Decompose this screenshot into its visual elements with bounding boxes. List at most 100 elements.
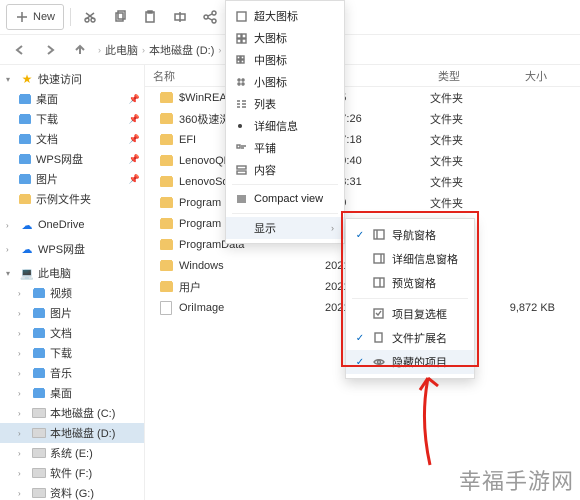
pane-icon <box>372 277 386 289</box>
folder-icon <box>159 196 173 210</box>
sidebar-diskd[interactable]: ›本地磁盘 (D:) <box>0 423 144 443</box>
cut-icon <box>83 10 97 24</box>
column-header: 名称 类型 大小 <box>145 65 580 87</box>
sidebar-diskc[interactable]: ›本地磁盘 (C:) <box>0 403 144 423</box>
view-list[interactable]: 列表 <box>226 93 344 115</box>
cloud-icon: ☁ <box>20 218 34 232</box>
up-button[interactable] <box>68 38 92 62</box>
sidebar-onedrive[interactable]: ›☁OneDrive <box>0 215 144 235</box>
sidebar-pictures[interactable]: 图片📌 <box>0 169 144 189</box>
icon-grid-icon <box>234 77 248 88</box>
folder-icon <box>18 172 32 186</box>
view-menu: 超大图标 大图标 中图标 小图标 列表 详细信息 平铺 内容 Compact v… <box>225 0 345 244</box>
sidebar-desktop[interactable]: 桌面📌 <box>0 89 144 109</box>
sidebar-documents2[interactable]: ›文档 <box>0 323 144 343</box>
sidebar-thispc[interactable]: ▾💻此电脑 <box>0 263 144 283</box>
breadcrumb[interactable]: › 此电脑 › 本地磁盘 (D:) › <box>98 42 221 58</box>
show-file-extensions[interactable]: ✓文件扩展名 <box>346 326 474 350</box>
file-type: 文件夹 <box>430 195 485 211</box>
file-row[interactable]: LenovoSoftstore9 23:31文件夹 <box>145 171 580 192</box>
content-icon <box>234 165 248 176</box>
file-type: 文件夹 <box>430 111 485 127</box>
folder-icon <box>18 132 32 146</box>
menu-separator <box>232 213 338 214</box>
folder-icon <box>159 112 173 126</box>
file-type: 文件夹 <box>430 174 485 190</box>
paste-button[interactable] <box>137 4 163 30</box>
sidebar-diskf[interactable]: ›软件 (F:) <box>0 463 144 483</box>
show-navigation-pane[interactable]: ✓导航窗格 <box>346 223 474 247</box>
sidebar-downloads[interactable]: 下载📌 <box>0 109 144 129</box>
back-button[interactable] <box>8 38 32 62</box>
new-button[interactable]: New <box>6 4 64 30</box>
sidebar-music[interactable]: ›音乐 <box>0 363 144 383</box>
pin-icon: 📌 <box>129 154 140 165</box>
icon-grid-icon <box>234 55 248 66</box>
file-type: 文件夹 <box>430 90 485 106</box>
show-preview-pane[interactable]: 预览窗格 <box>346 271 474 295</box>
sidebar-downloads2[interactable]: ›下载 <box>0 343 144 363</box>
header-type[interactable]: 类型 <box>430 68 485 84</box>
star-icon: ★ <box>20 72 34 86</box>
view-extra-large-icons[interactable]: 超大图标 <box>226 5 344 27</box>
file-row[interactable]: EFI6 17:18文件夹 <box>145 129 580 150</box>
eye-icon <box>372 356 386 368</box>
view-tiles[interactable]: 平铺 <box>226 137 344 159</box>
sidebar-desktop2[interactable]: ›桌面 <box>0 383 144 403</box>
sidebar-samplefolder[interactable]: 示例文件夹 <box>0 189 144 209</box>
cloud-icon: ☁ <box>20 242 34 256</box>
pane-icon <box>372 253 386 265</box>
view-content[interactable]: 内容 <box>226 159 344 181</box>
show-item-checkboxes[interactable]: 项目复选框 <box>346 302 474 326</box>
copy-button[interactable] <box>107 4 133 30</box>
sidebar-wpscloud2[interactable]: ›☁WPS网盘 <box>0 239 144 259</box>
show-details-pane[interactable]: 详细信息窗格 <box>346 247 474 271</box>
share-button[interactable] <box>197 4 223 30</box>
file-name: 用户 <box>179 279 201 295</box>
sidebar-documents[interactable]: 文档📌 <box>0 129 144 149</box>
file-row[interactable]: 360极速浏览器下载3 17:26文件夹 <box>145 108 580 129</box>
sidebar-quick-access[interactable]: ▾★快速访问 <box>0 69 144 89</box>
new-label: New <box>33 11 55 23</box>
forward-button[interactable] <box>38 38 62 62</box>
folder-icon <box>32 366 46 380</box>
view-show-submenu[interactable]: 显示› <box>226 217 344 239</box>
view-details[interactable]: 详细信息 <box>226 115 344 137</box>
folder-icon <box>32 326 46 340</box>
show-hidden-items[interactable]: ✓隐藏的项目 <box>346 350 474 374</box>
tiles-icon <box>234 143 248 154</box>
file-row[interactable]: $WinREAgent2:15文件夹 <box>145 87 580 108</box>
folder-icon <box>18 152 32 166</box>
sidebar-pictures2[interactable]: ›图片 <box>0 303 144 323</box>
sidebar-wpscloud[interactable]: WPS网盘📌 <box>0 149 144 169</box>
disk-icon <box>32 486 46 500</box>
breadcrumb-diskd[interactable]: 本地磁盘 (D:) <box>149 42 214 58</box>
chevron-right-icon: › <box>331 223 334 233</box>
folder-icon <box>159 154 173 168</box>
view-medium-icons[interactable]: 中图标 <box>226 49 344 71</box>
rename-button[interactable] <box>167 4 193 30</box>
list-icon <box>234 99 248 110</box>
view-compact[interactable]: Compact view <box>226 188 344 210</box>
view-small-icons[interactable]: 小图标 <box>226 71 344 93</box>
check-icon: ✓ <box>354 333 366 344</box>
sidebar-diske[interactable]: ›系统 (E:) <box>0 443 144 463</box>
sidebar-diskg[interactable]: ›资料 (G:) <box>0 483 144 500</box>
header-size[interactable]: 大小 <box>485 68 555 84</box>
file-size: 9,872 KB <box>485 302 555 314</box>
cut-button[interactable] <box>77 4 103 30</box>
breadcrumb-thispc[interactable]: 此电脑 <box>105 42 138 58</box>
folder-icon <box>159 133 173 147</box>
check-dot-icon <box>238 124 242 128</box>
folder-icon <box>18 192 32 206</box>
file-row[interactable]: LenovoQMDownload6 19:40文件夹 <box>145 150 580 171</box>
pc-icon: 💻 <box>20 266 34 280</box>
pane-icon <box>372 229 386 241</box>
sidebar-videos[interactable]: ›视频 <box>0 283 144 303</box>
pin-icon: 📌 <box>129 94 140 105</box>
folder-icon <box>32 286 46 300</box>
view-large-icons[interactable]: 大图标 <box>226 27 344 49</box>
file-row[interactable]: Program Files6:20文件夹 <box>145 192 580 213</box>
check-icon: ✓ <box>354 357 366 368</box>
paste-icon <box>143 10 157 24</box>
